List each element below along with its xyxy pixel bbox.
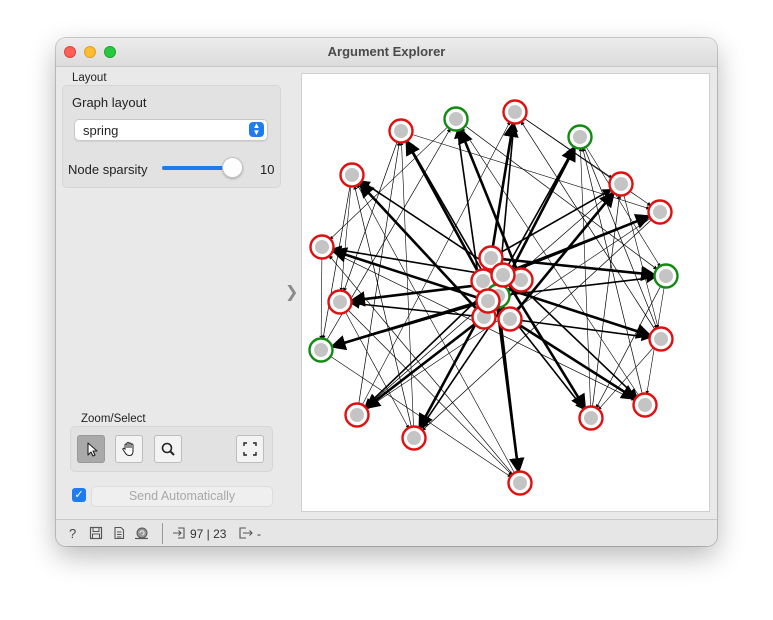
argument-node[interactable]: [327, 289, 353, 315]
graph-edge: [579, 136, 658, 330]
argument-node[interactable]: [648, 326, 674, 352]
argument-node[interactable]: [309, 234, 335, 260]
graph-edge: [319, 246, 323, 340]
node-dot: [315, 240, 329, 254]
pointer-arrow-icon: [87, 442, 98, 457]
argument-node[interactable]: [567, 124, 593, 150]
snail-icon[interactable]: [134, 526, 150, 540]
pan-tool-button[interactable]: [115, 435, 143, 463]
graph-layout-select[interactable]: spring ▲ ▼: [74, 119, 268, 141]
argument-node[interactable]: [497, 306, 523, 332]
graph-svg[interactable]: [302, 74, 709, 511]
graph-layout-label: Graph layout: [72, 95, 147, 110]
node-dot: [654, 332, 668, 346]
window-title: Argument Explorer: [327, 44, 446, 59]
updown-chevron-icon: ▲ ▼: [249, 122, 264, 137]
app-window: Argument Explorer Layout Graph layout sp…: [56, 38, 717, 546]
pointer-tool-button[interactable]: [77, 435, 105, 463]
fullscreen-icon: [243, 442, 257, 456]
node-dot: [513, 476, 527, 490]
send-automatically-button[interactable]: Send Automatically: [91, 486, 273, 507]
node-dot: [503, 312, 517, 326]
graph-edge: [405, 139, 485, 282]
hand-icon: [122, 441, 134, 457]
input-icon: [173, 527, 185, 539]
graph-layout-value: spring: [83, 123, 119, 138]
argument-node[interactable]: [653, 263, 679, 289]
send-automatically-checkbox[interactable]: ✓: [72, 488, 86, 502]
input-summary: 97 | 23: [190, 527, 227, 541]
help-icon[interactable]: ?: [66, 526, 80, 540]
graph-edge: [489, 121, 519, 259]
node-dot: [508, 105, 522, 119]
argument-node[interactable]: [339, 162, 365, 188]
node-dot: [653, 205, 667, 219]
output-summary: -: [257, 527, 261, 541]
title-bar: Argument Explorer: [56, 38, 717, 67]
argument-node[interactable]: [490, 262, 516, 288]
graph-edge: [590, 194, 622, 419]
layout-section-label: Layout: [72, 72, 107, 84]
argument-node[interactable]: [344, 402, 370, 428]
node-dot: [638, 398, 652, 412]
argument-node[interactable]: [502, 99, 528, 125]
svg-text:?: ?: [69, 526, 76, 540]
argument-node[interactable]: [507, 470, 533, 496]
argument-node[interactable]: [308, 337, 334, 363]
output-icon: [239, 527, 253, 539]
argument-node[interactable]: [388, 118, 414, 144]
node-dot: [314, 343, 328, 357]
node-sparsity-label: Node sparsity: [68, 162, 148, 177]
graph-edge: [579, 136, 661, 267]
node-dot: [514, 273, 528, 287]
node-dot: [584, 411, 598, 425]
magnifier-icon: [161, 442, 175, 456]
node-sparsity-value: 10: [260, 162, 275, 177]
node-dot: [614, 177, 628, 191]
argument-node[interactable]: [578, 405, 604, 431]
node-dot: [496, 268, 510, 282]
node-dot: [333, 295, 347, 309]
node-dot: [659, 269, 673, 283]
node-dot: [481, 294, 495, 308]
argument-node[interactable]: [401, 425, 427, 451]
zoom-select-section-label: Zoom/Select: [81, 413, 146, 425]
node-dot: [345, 168, 359, 182]
node-dot: [484, 251, 498, 265]
node-dot: [476, 274, 490, 288]
zoom-tool-button[interactable]: [154, 435, 182, 463]
argument-node[interactable]: [608, 171, 634, 197]
graph-edge: [342, 130, 402, 293]
report-icon[interactable]: [112, 526, 126, 540]
argument-node[interactable]: [647, 199, 673, 225]
node-dot: [350, 408, 364, 422]
argument-node[interactable]: [443, 106, 469, 132]
argument-node[interactable]: [475, 288, 501, 314]
argument-node[interactable]: [632, 392, 658, 418]
node-dot: [449, 112, 463, 126]
node-dot: [394, 124, 408, 138]
collapse-panel-chevron-icon[interactable]: ❯: [285, 282, 298, 302]
node-dot: [407, 431, 421, 445]
save-icon[interactable]: [89, 526, 103, 540]
status-separator: [162, 523, 163, 544]
node-dot: [573, 130, 587, 144]
node-sparsity-slider-handle[interactable]: [222, 157, 243, 178]
status-bar: ? 97 | 23 -: [56, 519, 717, 546]
fit-view-tool-button[interactable]: [236, 435, 264, 463]
graph-canvas[interactable]: [301, 73, 710, 512]
